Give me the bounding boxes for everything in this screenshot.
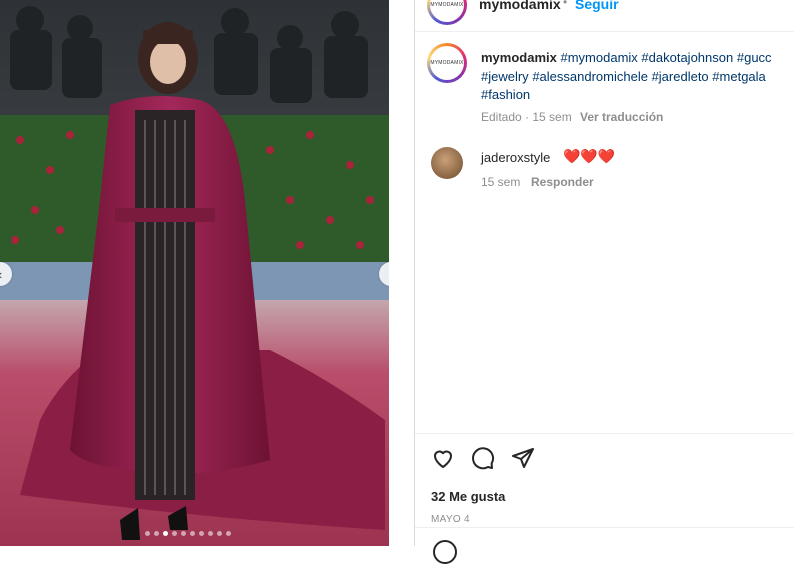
comment-text: ❤️❤️❤️ bbox=[563, 148, 615, 165]
slide-dot bbox=[163, 531, 168, 536]
hashtag[interactable]: #alessandromichele bbox=[532, 69, 648, 84]
hashtag[interactable]: #jewelry bbox=[481, 69, 529, 84]
slide-dot bbox=[145, 531, 150, 536]
post-details-panel: MYMODAMIX mymodamix • Seguir MYMODAMIX m… bbox=[415, 0, 794, 546]
heart-icon bbox=[431, 446, 455, 470]
hashtag[interactable]: #fashion bbox=[481, 87, 530, 102]
caption-text: mymodamix #mymodamix #dakotajohnson #guc… bbox=[481, 49, 794, 105]
header-username[interactable]: mymodamix bbox=[479, 0, 561, 12]
slide-dot bbox=[217, 531, 222, 536]
header-avatar[interactable]: MYMODAMIX bbox=[427, 0, 467, 25]
hashtag[interactable]: #metgala bbox=[712, 69, 765, 84]
caption-meta: Editado · 15 sem bbox=[481, 110, 572, 124]
like-button[interactable] bbox=[431, 446, 455, 475]
slide-dot bbox=[226, 531, 231, 536]
chevron-left-icon: ‹ bbox=[0, 267, 2, 282]
slide-dot bbox=[199, 531, 204, 536]
caption-avatar[interactable]: MYMODAMIX bbox=[427, 43, 467, 83]
comment-username[interactable]: jaderoxstyle bbox=[481, 150, 550, 165]
actions-divider bbox=[415, 433, 794, 434]
slide-dot bbox=[190, 531, 195, 536]
comment-icon bbox=[471, 446, 495, 470]
comment-time: 15 sem bbox=[481, 175, 520, 189]
post-date: MAYO 4 bbox=[431, 514, 470, 525]
caption-username[interactable]: mymodamix bbox=[481, 50, 557, 65]
hashtag[interactable]: #dakotajohnson bbox=[641, 50, 733, 65]
follow-button[interactable]: Seguir bbox=[575, 0, 619, 12]
reply-button[interactable]: Responder bbox=[531, 175, 594, 189]
slide-dot bbox=[181, 531, 186, 536]
hashtag[interactable]: #mymodamix bbox=[561, 50, 638, 65]
likes-count[interactable]: 32 Me gusta bbox=[431, 489, 505, 504]
slide-dot bbox=[154, 531, 159, 536]
comment-button[interactable] bbox=[471, 446, 495, 475]
post-image bbox=[0, 0, 389, 546]
comment-box-divider bbox=[415, 527, 794, 528]
post-header: MYMODAMIX mymodamix • Seguir bbox=[415, 0, 794, 32]
hashtag[interactable]: #jaredleto bbox=[652, 69, 709, 84]
share-button[interactable] bbox=[511, 446, 535, 475]
share-icon bbox=[511, 446, 535, 470]
slide-indicator bbox=[145, 531, 231, 536]
emoji-icon[interactable] bbox=[433, 540, 457, 564]
commenter-avatar[interactable] bbox=[431, 147, 463, 179]
slide-dot bbox=[172, 531, 177, 536]
post-photo[interactable]: ‹ › bbox=[0, 0, 389, 546]
header-separator: • bbox=[563, 0, 567, 9]
translate-link[interactable]: Ver traducción bbox=[580, 110, 663, 124]
hashtag[interactable]: #gucc bbox=[737, 50, 772, 65]
slide-dot bbox=[208, 531, 213, 536]
